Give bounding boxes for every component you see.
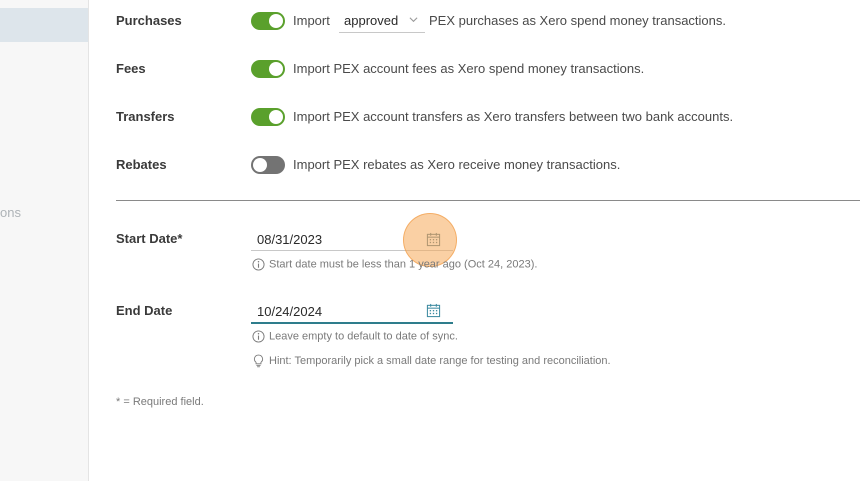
end-date-value: 10/24/2024 — [257, 304, 323, 319]
sidebar: ons — [0, 0, 89, 481]
sidebar-item-label[interactable]: ons — [0, 205, 21, 220]
sync-settings-panel: Purchases Import approved PEX purchases … — [89, 0, 860, 481]
end-date-input[interactable]: 10/24/2024 — [251, 300, 453, 324]
fees-description: Import PEX account fees as Xero spend mo… — [293, 61, 645, 76]
fees-toggle[interactable] — [251, 60, 285, 78]
toggle-knob — [269, 14, 283, 28]
transfers-description: Import PEX account transfers as Xero tra… — [293, 109, 734, 124]
purchase-status-select[interactable]: approved — [339, 10, 425, 33]
toggle-knob — [269, 110, 283, 124]
sidebar-item-active[interactable] — [0, 8, 88, 42]
required-field-note: * = Required field. — [116, 396, 204, 408]
toggle-knob — [269, 62, 283, 76]
start-date-hint-text: Start date must be less than 1 year ago … — [269, 258, 538, 271]
toggle-knob — [253, 158, 267, 172]
start-date-label: Start Date* — [116, 231, 183, 246]
chevron-down-icon — [409, 17, 418, 23]
transfers-label: Transfers — [116, 109, 175, 124]
info-icon — [252, 258, 265, 271]
info-icon — [252, 330, 265, 343]
rebates-description: Import PEX rebates as Xero receive money… — [293, 157, 621, 172]
end-date-hint: Leave empty to default to date of sync. — [252, 330, 458, 343]
lightbulb-icon — [254, 354, 263, 368]
date-range-tip-text: Hint: Temporarily pick a small date rang… — [269, 354, 611, 367]
end-date-hint-text: Leave empty to default to date of sync. — [269, 330, 458, 343]
section-divider — [116, 200, 860, 201]
purchases-prefix: Import — [293, 13, 330, 28]
date-range-tip: Hint: Temporarily pick a small date rang… — [252, 354, 611, 368]
calendar-icon[interactable] — [426, 303, 441, 318]
rebates-toggle[interactable] — [251, 156, 285, 174]
rebates-label: Rebates — [116, 157, 167, 172]
start-date-hint: Start date must be less than 1 year ago … — [252, 258, 537, 271]
end-date-label: End Date — [116, 303, 173, 318]
purchases-label: Purchases — [116, 13, 182, 28]
transfers-toggle[interactable] — [251, 108, 285, 126]
fees-label: Fees — [116, 61, 146, 76]
start-date-value: 08/31/2023 — [257, 232, 323, 247]
purchases-toggle[interactable] — [251, 12, 285, 30]
purchases-description: PEX purchases as Xero spend money transa… — [429, 13, 726, 28]
purchase-status-value: approved — [344, 13, 399, 28]
